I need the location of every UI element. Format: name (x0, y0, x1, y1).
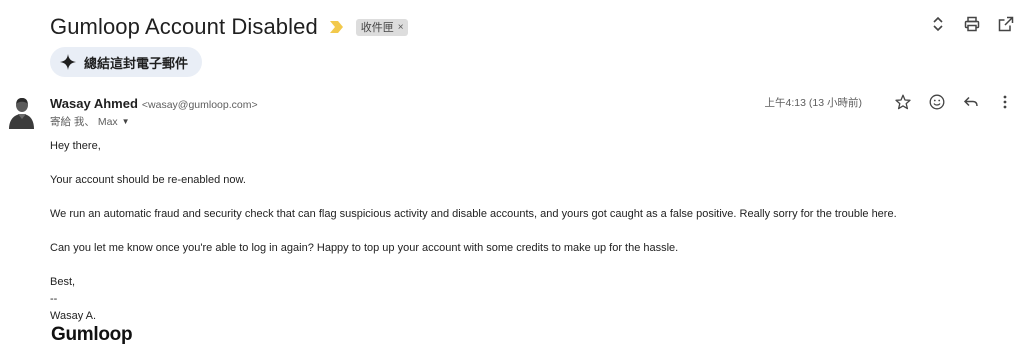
reply-icon[interactable] (962, 93, 980, 111)
print-icon[interactable] (964, 16, 980, 32)
recipients-text: 寄給 我、 Max (50, 116, 118, 128)
remove-label-icon[interactable]: × (398, 22, 404, 33)
email-subject: Gumloop Account Disabled (50, 14, 318, 39)
expand-collapse-icon[interactable] (930, 16, 946, 32)
signature-name: Wasay A. (50, 310, 97, 322)
emoji-reaction-icon[interactable] (928, 93, 946, 111)
summarize-email-button[interactable]: 總結這封電子郵件 (50, 47, 203, 77)
recipients-dropdown[interactable]: 寄給 我、 Max ▼ (50, 114, 130, 129)
summarize-label: 總結這封電子郵件 (84, 55, 189, 71)
sender-avatar[interactable] (6, 95, 36, 129)
open-in-new-window-icon[interactable] (998, 16, 1014, 32)
inbox-label-chip[interactable]: 收件匣 × (355, 18, 408, 36)
inbox-label-text: 收件匣 (360, 22, 394, 34)
message-timestamp: 上午4:13 (13 小時前) (764, 96, 862, 109)
sender-name[interactable]: Wasay Ahmed (50, 96, 138, 111)
chevron-down-icon[interactable]: ▼ (122, 117, 130, 126)
importance-marker-icon[interactable] (329, 20, 344, 34)
signature-separator: -- (50, 293, 58, 305)
more-vert-icon[interactable] (996, 93, 1014, 111)
body-line: Can you let me know once you're able to … (50, 242, 679, 254)
sender-email: <wasay@gumloop.com> (141, 99, 258, 111)
sparkle-icon (60, 54, 76, 70)
gumloop-logo: Gumloop (51, 324, 133, 345)
subject-row: Gumloop Account Disabled 收件匣 × (50, 12, 408, 42)
sender-row: Wasay Ahmed <wasay@gumloop.com> (50, 96, 258, 111)
thread-actions (930, 16, 1014, 32)
body-line: We run an automatic fraud and security c… (50, 208, 897, 220)
body-line: Your account should be re-enabled now. (50, 174, 246, 186)
body-greeting: Hey there, (50, 140, 101, 152)
star-icon[interactable] (894, 93, 912, 111)
message-actions: 上午4:13 (13 小時前) (765, 93, 1014, 111)
body-signoff: Best, (50, 276, 76, 288)
